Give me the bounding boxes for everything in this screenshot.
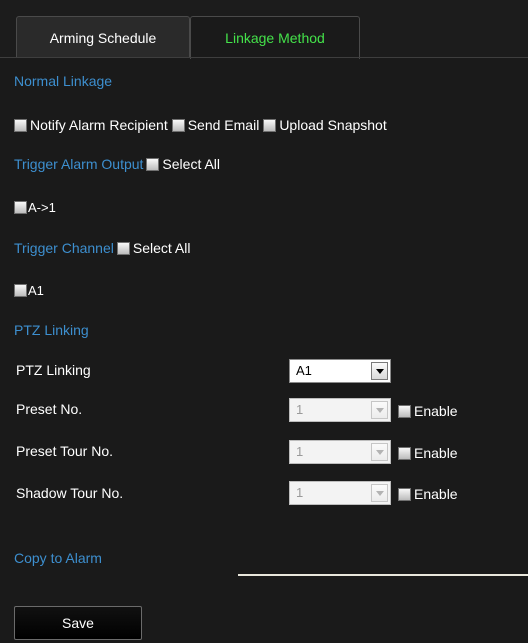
shadow-tour-no-label: Shadow Tour No. [16,485,124,501]
copy-to-alarm-title: Copy to Alarm [14,550,102,566]
preset-enable-label: Enable [414,403,458,419]
notify-alarm-recipient-checkbox[interactable] [14,118,27,132]
trigger-channel-select-all-checkbox[interactable] [116,241,130,255]
chevron-down-icon[interactable] [371,401,388,419]
preset-no-value: 1 [296,402,304,417]
trigger-alarm-output-select-all-label: Select All [162,156,221,172]
trigger-alarm-output-header: Trigger Alarm Output Select All [14,156,220,172]
copy-to-alarm-divider [238,574,528,576]
upload-snapshot-checkbox[interactable] [263,118,277,132]
preset-tour-no-value: 1 [296,444,304,459]
trigger-channel-select-all-label: Select All [132,240,191,256]
shadow-tour-enable: Enable [398,486,458,502]
trigger-channel-header: Trigger Channel Select All [14,240,190,256]
preset-no-select[interactable]: 1 [289,398,391,422]
preset-tour-enable-label: Enable [414,445,458,461]
trigger-channel-item: A1 [14,283,44,298]
normal-linkage-options: Notify Alarm Recipient Send Email Upload… [14,117,387,133]
send-email-label: Send Email [187,117,260,133]
ptz-linking-channel-select[interactable]: A1 [289,359,391,383]
ptz-linking-title: PTZ Linking [14,322,89,338]
preset-enable-checkbox[interactable] [398,404,411,418]
trigger-channel-title: Trigger Channel [14,240,114,256]
alarm-output-a1-checkbox[interactable] [14,201,27,214]
send-email-checkbox[interactable] [171,118,185,132]
tab-arming-schedule[interactable]: Arming Schedule [16,16,190,58]
shadow-tour-no-select[interactable]: 1 [289,481,391,505]
preset-tour-enable-checkbox[interactable] [398,446,411,460]
normal-linkage-title: Normal Linkage [14,73,113,89]
notify-alarm-recipient-label: Notify Alarm Recipient [30,117,168,133]
tab-bar: Arming Schedule Linkage Method [0,0,528,59]
shadow-tour-no-value: 1 [296,485,304,500]
alarm-output-item: A->1 [14,200,56,215]
save-button[interactable]: Save [14,606,142,640]
shadow-tour-enable-checkbox[interactable] [398,487,411,501]
chevron-down-icon[interactable] [371,362,388,380]
alarm-output-a1-label: A->1 [28,200,56,215]
upload-snapshot-label: Upload Snapshot [279,117,387,133]
ptz-linking-channel-label: PTZ Linking [16,362,91,378]
tab-linkage-method[interactable]: Linkage Method [190,16,360,59]
preset-tour-no-select[interactable]: 1 [289,440,391,464]
preset-tour-no-label: Preset Tour No. [16,443,114,459]
tab-arming-schedule-label: Arming Schedule [49,29,157,46]
preset-enable: Enable [398,403,458,419]
shadow-tour-enable-label: Enable [414,486,458,502]
preset-no-label: Preset No. [16,401,83,417]
trigger-channel-a1-label: A1 [28,283,44,298]
trigger-alarm-output-title: Trigger Alarm Output [14,156,144,172]
ptz-linking-channel-value: A1 [296,363,312,378]
trigger-alarm-output-select-all-checkbox[interactable] [146,157,160,171]
trigger-channel-a1-checkbox[interactable] [14,284,27,297]
chevron-down-icon[interactable] [371,484,388,502]
tab-bar-divider [0,57,528,58]
preset-tour-enable: Enable [398,445,458,461]
chevron-down-icon[interactable] [371,443,388,461]
tab-linkage-method-label: Linkage Method [225,30,325,46]
